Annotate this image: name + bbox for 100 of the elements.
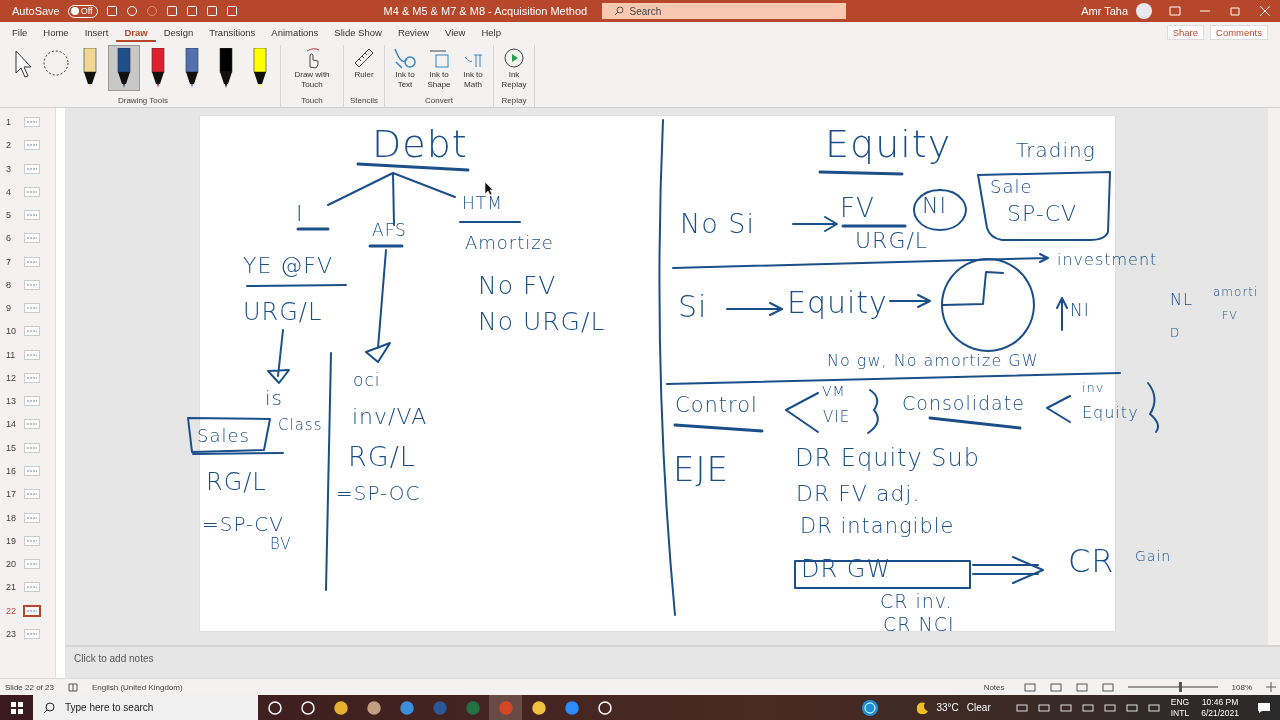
- ribbon-tab[interactable]: Help: [473, 23, 509, 42]
- language-label: English (United Kingdom): [91, 682, 183, 692]
- double-arrow: [972, 556, 1044, 584]
- replay-icon: [503, 47, 525, 69]
- search-field[interactable]: Search: [601, 3, 846, 19]
- handwritten-text: FV: [840, 195, 875, 221]
- handwritten-text: No URG/L: [478, 309, 606, 334]
- slide-number: 4: [6, 186, 12, 197]
- taskbar-search-field[interactable]: Type here to search: [33, 695, 258, 720]
- arrow: [726, 302, 783, 316]
- keyboard-layout: INTL: [1170, 707, 1190, 719]
- handwritten-text: Control: [675, 395, 758, 416]
- underline: [459, 221, 521, 223]
- slide-number: 16: [6, 466, 17, 476]
- slide-number: 2: [6, 140, 12, 151]
- slide-number: 12: [6, 372, 17, 383]
- notes-button[interactable]: Notes: [978, 679, 1010, 695]
- group-label: Replay: [501, 96, 527, 107]
- handwritten-text: HTM: [462, 195, 503, 212]
- ribbon-tab[interactable]: Home: [35, 23, 77, 42]
- handwritten-text: Gain: [1135, 549, 1172, 563]
- handwritten-text: Debt: [372, 125, 468, 163]
- avatar-icon: [1136, 3, 1152, 19]
- slide-number: 1: [6, 117, 12, 127]
- handwritten-text: SP-CV: [1007, 203, 1078, 225]
- handwritten-text: NI: [1070, 302, 1090, 319]
- handwritten-text: No Si: [680, 210, 755, 237]
- user-name: Amr Taha: [1081, 5, 1128, 17]
- ribbon-tab[interactable]: Insert: [76, 23, 117, 42]
- slide-counter: Slide 22 of 23: [5, 682, 54, 692]
- handwritten-text: investment: [1057, 252, 1158, 268]
- handwritten-text: Sales: [197, 427, 250, 445]
- search-icon: [43, 701, 55, 714]
- handwritten-text: No gw, No amortize GW: [827, 353, 1039, 369]
- ribbon-tab[interactable]: View: [437, 23, 474, 42]
- slide-number: 11: [6, 349, 17, 360]
- ribbon-tab[interactable]: Slide Show: [326, 23, 390, 42]
- ribbon-tab[interactable]: File: [4, 23, 36, 42]
- scrollbar[interactable]: [55, 108, 65, 678]
- handwritten-text: Consolidate: [902, 394, 1025, 413]
- handwritten-text: is: [265, 388, 283, 408]
- ribbon-tab[interactable]: Animations: [263, 23, 327, 42]
- handwritten-text: DR Equity Sub: [795, 446, 980, 470]
- ribbon-button[interactable]: Ink to Math: [457, 45, 489, 92]
- zoom-value: 108%: [1231, 682, 1252, 692]
- slide-number: 15: [6, 442, 17, 453]
- slide-number: 23: [6, 628, 17, 639]
- slide-number: 10: [6, 326, 17, 337]
- clock-time: 10:46 PM: [1201, 696, 1239, 708]
- arrow: [1056, 297, 1068, 331]
- group-label: Stencils: [350, 96, 378, 107]
- handwritten-text: NL: [1170, 292, 1193, 308]
- slide-number: 6: [6, 233, 12, 244]
- brace: [867, 389, 879, 434]
- ribbon-button[interactable]: Ruler: [348, 45, 380, 82]
- scrollbar[interactable]: [1268, 108, 1280, 645]
- group-label: Drawing Tools: [117, 96, 169, 107]
- handwritten-text: Equity: [825, 125, 952, 163]
- handwritten-text: YE @FV: [243, 255, 334, 277]
- slide-number: 5: [6, 210, 12, 221]
- handwritten-text: Class: [278, 418, 323, 433]
- handwritten-text: CR NCI: [883, 615, 955, 634]
- ribbon-button[interactable]: Ink to Shape: [423, 45, 455, 92]
- ribbon-tab[interactable]: Design: [155, 23, 202, 42]
- mouse-pointer-icon: [484, 181, 494, 196]
- underline: [296, 227, 330, 231]
- ribbon-tab[interactable]: Review: [389, 23, 438, 42]
- pen-slot[interactable]: [108, 45, 140, 91]
- weather-temperature: 33°C: [936, 702, 959, 713]
- ribbon-button[interactable]: Ink Replay: [498, 45, 530, 92]
- document-title: M4 & M5 & M7 & M8 - Acquisition Method: [383, 5, 589, 17]
- slide-number: 19: [6, 535, 17, 546]
- share-button[interactable]: Share: [1166, 25, 1205, 40]
- notes-field[interactable]: Click to add notes: [65, 645, 1280, 678]
- fit-icon: [1266, 682, 1276, 692]
- ink-to-text-icon: [394, 47, 416, 69]
- ribbon-tab[interactable]: Draw: [116, 23, 156, 42]
- handwritten-text: NI: [922, 195, 947, 217]
- handwritten-text: VM: [822, 384, 846, 398]
- clock-date: 6/21/2021: [1201, 707, 1239, 719]
- ribbon-tab[interactable]: Transitions: [201, 23, 264, 42]
- moon-icon: [916, 701, 929, 714]
- handwritten-text: CR: [1068, 545, 1115, 577]
- underline: [841, 224, 907, 228]
- handwritten-text: FV: [1222, 310, 1238, 321]
- ribbon-button[interactable]: Draw with Touch: [285, 45, 339, 92]
- handwritten-text: RG/L: [206, 470, 267, 494]
- slide-number: 14: [6, 419, 17, 430]
- slide-number: 20: [6, 559, 17, 570]
- circle-outline: [912, 189, 967, 231]
- slide-thumbnail[interactable]: [24, 605, 40, 616]
- weather-condition: Clear: [966, 702, 991, 713]
- arrow: [792, 216, 838, 232]
- comments-button[interactable]: Comments: [1210, 25, 1268, 40]
- ribbon-button[interactable]: Ink to Text: [389, 45, 421, 92]
- handwritten-text: URG/L: [243, 300, 323, 324]
- slide-number: 8: [6, 279, 12, 290]
- brace: [1147, 382, 1159, 433]
- handwritten-text: RG/L: [348, 443, 416, 470]
- autosave-label: AutoSave: [12, 5, 60, 17]
